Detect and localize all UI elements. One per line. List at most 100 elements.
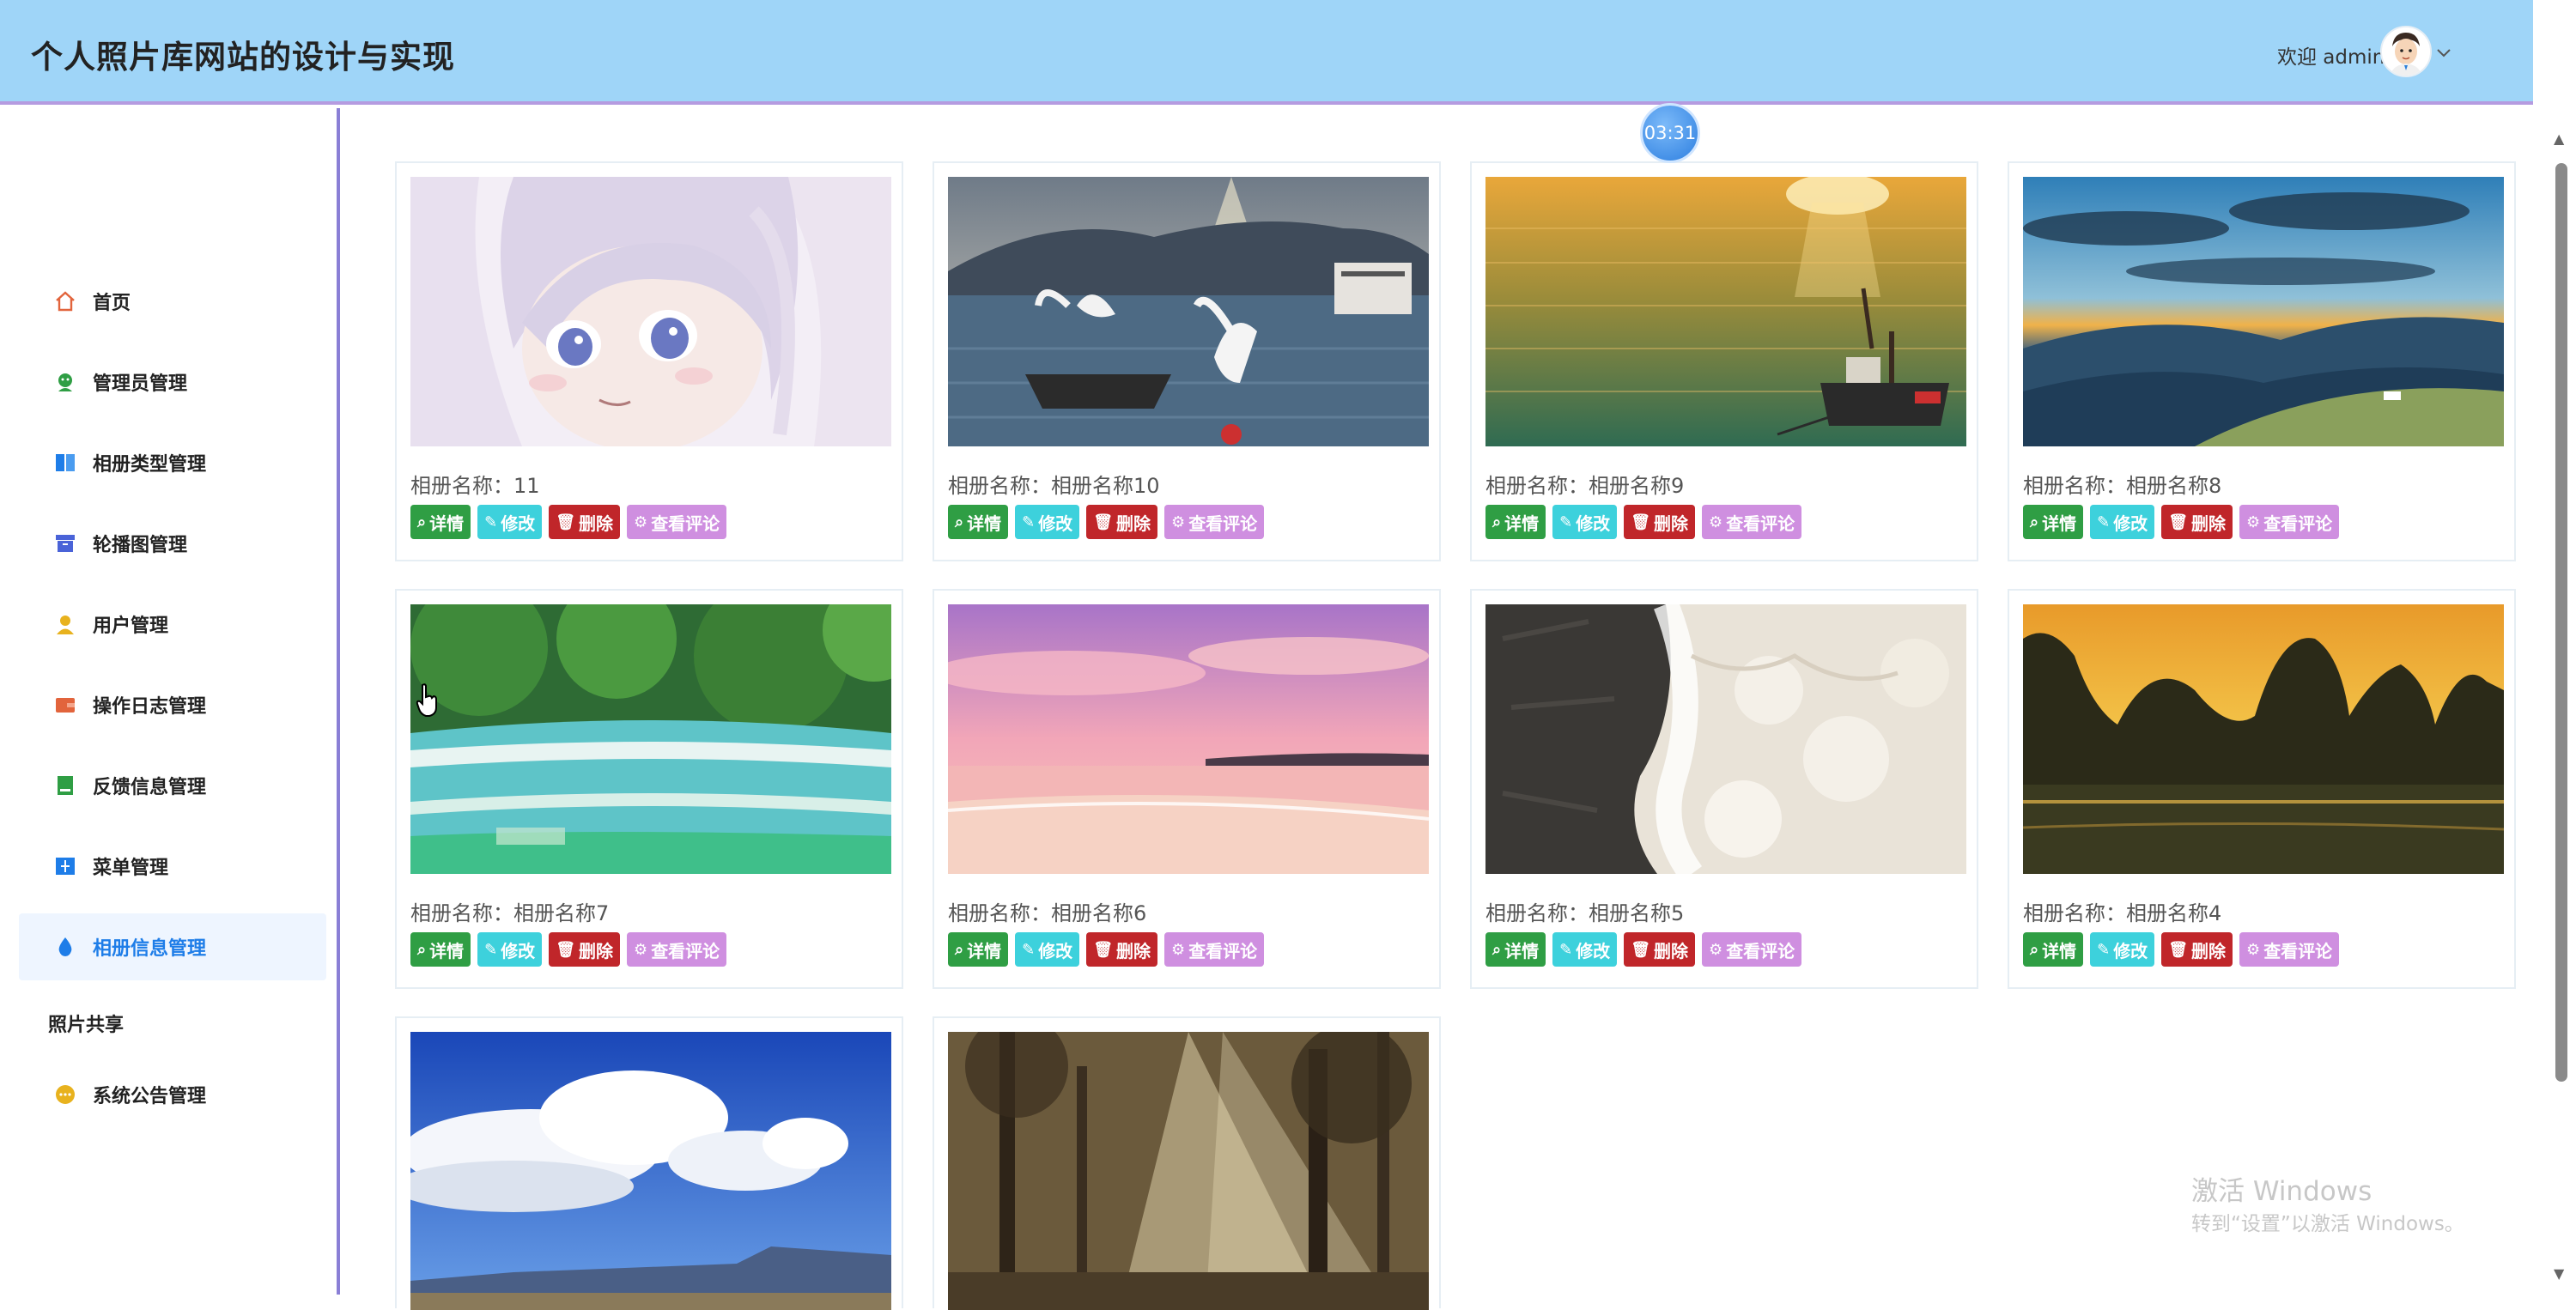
edit-button[interactable]: ✎ 修改 [2090,932,2155,967]
sidebar-item-admin[interactable]: 管理员管理 [19,349,326,415]
delete-button[interactable]: 🗑 删除 [2161,932,2233,967]
delete-label: 删除 [1654,512,1689,534]
welcome-text: 欢迎 admin [2277,46,2385,69]
pencil-icon: ✎ [484,512,498,531]
gear-icon: ⚙ [634,940,648,959]
album-photo[interactable] [948,1032,1429,1310]
edit-button[interactable]: ✎ 修改 [1015,505,1080,539]
edit-button[interactable]: ✎ 修改 [477,932,543,967]
wallet-icon [53,693,77,717]
delete-button[interactable]: 🗑 删除 [2161,505,2233,539]
view-comments-button[interactable]: ⚙ 查看评论 [627,505,727,539]
sidebar-item-home[interactable]: 首页 [19,268,326,335]
sidebar-item-feedback[interactable]: 反馈信息管理 [19,752,326,819]
detail-button[interactable]: ⌕ 详情 [410,505,471,539]
trash-icon: 🗑 [1093,512,1114,531]
delete-button[interactable]: 🗑 删除 [549,505,621,539]
detail-label: 详情 [2042,940,2077,961]
action-buttons: ⌕ 详情 ✎ 修改 🗑 删除 ⚙ 查看评论 [948,505,1265,541]
sidebar-item-album-type[interactable]: 相册类型管理 [19,429,326,496]
album-photo[interactable] [410,177,891,446]
delete-button[interactable]: 🗑 删除 [1624,505,1696,539]
delete-button[interactable]: 🗑 删除 [549,932,621,967]
comments-label: 查看评论 [651,940,720,961]
activation-watermark-title: 激活 Windows [2191,1176,2372,1207]
delete-button[interactable]: 🗑 删除 [1086,932,1158,967]
gear-icon: ⚙ [634,512,648,531]
archive-icon [53,531,77,555]
scroll-up-icon[interactable]: ▲ [2554,130,2564,147]
detail-button[interactable]: ⌕ 详情 [948,932,1009,967]
activation-watermark-subtitle: 转到“设置”以激活 Windows。 [2191,1213,2464,1235]
view-comments-button[interactable]: ⚙ 查看评论 [2239,505,2340,539]
view-comments-button[interactable]: ⚙ 查看评论 [1702,505,1802,539]
edit-button[interactable]: ✎ 修改 [1015,932,1080,967]
search-icon: ⌕ [2030,512,2039,531]
sidebar-item-announcements[interactable]: 系统公告管理 [19,1061,326,1128]
view-comments-button[interactable]: ⚙ 查看评论 [1164,932,1265,967]
album-photo[interactable] [1485,177,1966,446]
delete-button[interactable]: 🗑 删除 [1624,932,1696,967]
sidebar-item-menu[interactable]: 菜单管理 [19,833,326,900]
album-name: 相册名称：相册名称9 [1485,474,1685,498]
pencil-icon: ✎ [2097,940,2111,959]
album-name: 相册名称：相册名称10 [948,474,1160,498]
vertical-scrollbar[interactable] [2555,163,2567,1082]
view-comments-button[interactable]: ⚙ 查看评论 [627,932,727,967]
admin-icon [53,370,77,394]
sidebar-item-carousel[interactable]: 轮播图管理 [19,510,326,577]
detail-button[interactable]: ⌕ 详情 [1485,932,1546,967]
comments-label: 查看评论 [1726,940,1795,961]
detail-label: 详情 [429,940,465,961]
detail-button[interactable]: ⌕ 详情 [1485,505,1546,539]
scroll-down-icon[interactable]: ▼ [2554,1265,2564,1282]
delete-button[interactable]: 🗑 删除 [1086,505,1158,539]
album-photo[interactable] [948,604,1429,874]
split-icon [53,854,77,878]
pencil-icon: ✎ [2097,512,2111,531]
pencil-icon: ✎ [1022,512,1036,531]
album-photo[interactable] [410,1032,891,1310]
sidebar-item-album-info[interactable]: 相册信息管理 [19,913,326,980]
detail-label: 详情 [429,512,465,534]
chevron-down-icon[interactable] [2437,41,2451,62]
action-buttons: ⌕ 详情 ✎ 修改 🗑 删除 ⚙ 查看评论 [1485,932,1802,968]
sidebar-item-photo-share[interactable]: 照片共享 [48,1010,124,1037]
search-icon: ⌕ [2030,940,2039,959]
album-photo[interactable] [410,604,891,874]
edit-button[interactable]: ✎ 修改 [1552,505,1618,539]
detail-button[interactable]: ⌕ 详情 [410,932,471,967]
album-photo[interactable] [1485,604,1966,874]
sidebar-item-logs[interactable]: 操作日志管理 [19,671,326,738]
album-photo[interactable] [2023,177,2504,446]
edit-label: 修改 [501,940,536,961]
album-card: 相册名称：11 ⌕ 详情 ✎ 修改 🗑 删除 ⚙ 查看评论 [395,161,903,561]
view-comments-button[interactable]: ⚙ 查看评论 [1164,505,1265,539]
album-card: 相册名称：相册名称7 ⌕ 详情 ✎ 修改 🗑 删除 ⚙ 查看评论 [395,589,903,989]
edit-label: 修改 [1576,940,1611,961]
sidebar-item-label: 菜单管理 [93,858,169,879]
edit-button[interactable]: ✎ 修改 [477,505,543,539]
avatar[interactable] [2380,26,2432,77]
comments-label: 查看评论 [651,512,720,534]
album-card: 相册名称：相册名称6 ⌕ 详情 ✎ 修改 🗑 删除 ⚙ 查看评论 [933,589,1441,989]
edit-label: 修改 [501,512,536,534]
detail-button[interactable]: ⌕ 详情 [2023,932,2084,967]
edit-button[interactable]: ✎ 修改 [1552,932,1618,967]
delete-label: 删除 [579,940,614,961]
comments-label: 查看评论 [2263,512,2333,534]
main-content: 相册名称：11 ⌕ 详情 ✎ 修改 🗑 删除 ⚙ 查看评论 相册名称：相册名称1… [340,103,2533,1310]
edit-label: 修改 [1576,512,1611,534]
view-comments-button[interactable]: ⚙ 查看评论 [2239,932,2340,967]
edit-button[interactable]: ✎ 修改 [2090,505,2155,539]
album-photo[interactable] [2023,604,2504,874]
sidebar-item-users[interactable]: 用户管理 [19,591,326,658]
action-buttons: ⌕ 详情 ✎ 修改 🗑 删除 ⚙ 查看评论 [2023,932,2340,968]
album-photo[interactable] [948,177,1429,446]
detail-button[interactable]: ⌕ 详情 [948,505,1009,539]
detail-label: 详情 [2042,512,2077,534]
action-buttons: ⌕ 详情 ✎ 修改 🗑 删除 ⚙ 查看评论 [410,932,727,968]
document-icon [53,773,77,798]
detail-button[interactable]: ⌕ 详情 [2023,505,2084,539]
view-comments-button[interactable]: ⚙ 查看评论 [1702,932,1802,967]
